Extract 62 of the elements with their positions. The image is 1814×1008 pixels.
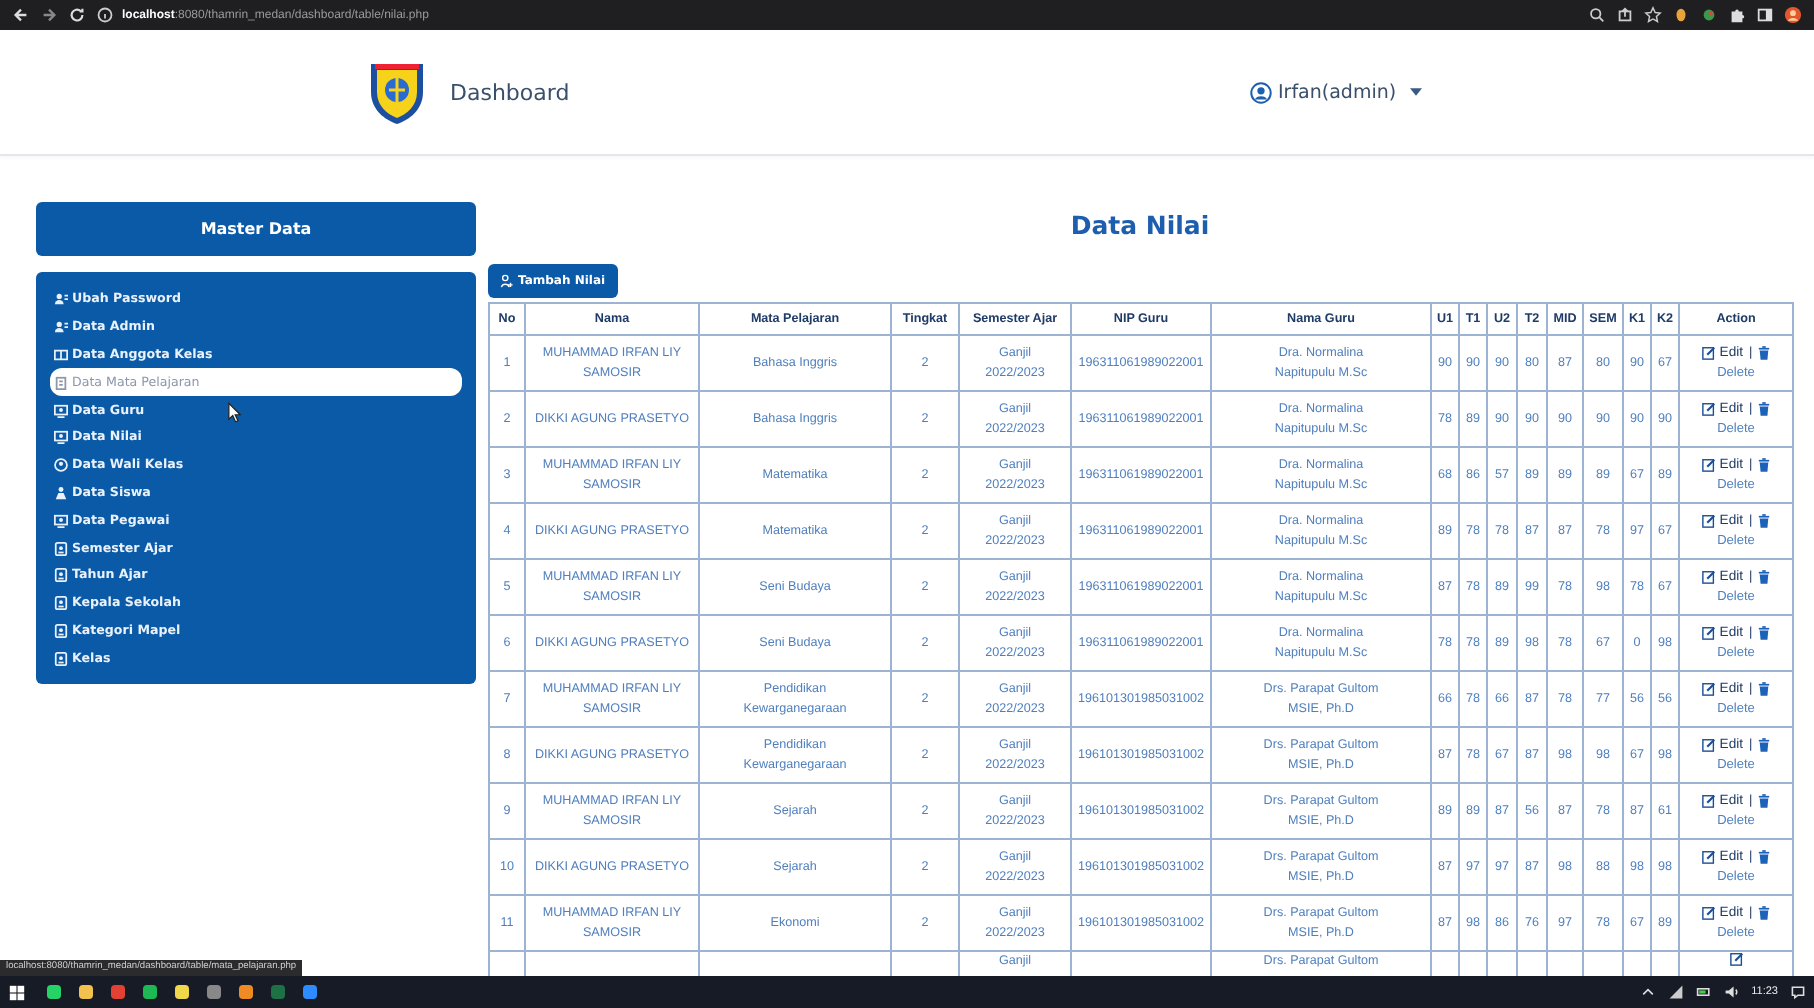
edit-icon xyxy=(1701,626,1716,641)
monitor-icon xyxy=(54,513,68,528)
person-icon xyxy=(54,485,68,500)
star-icon[interactable] xyxy=(1644,6,1662,24)
volume-icon[interactable] xyxy=(1723,984,1740,1000)
user-icon xyxy=(54,292,68,307)
sidebar-header: Master Data xyxy=(36,202,476,256)
trash-icon[interactable] xyxy=(1758,402,1771,417)
edit-icon xyxy=(1701,682,1716,697)
document-icon xyxy=(54,623,68,638)
monitor-icon xyxy=(54,403,68,418)
document-icon xyxy=(54,568,68,583)
add-user-icon xyxy=(500,274,514,288)
network-icon[interactable] xyxy=(1667,984,1684,1000)
chevron-up-icon[interactable] xyxy=(1639,984,1656,1000)
edit-icon xyxy=(1701,514,1716,529)
user-circle-icon xyxy=(54,458,68,473)
dashboard-title[interactable]: Dashboard xyxy=(450,79,570,105)
trash-icon[interactable] xyxy=(1758,850,1771,865)
profile-avatar-icon[interactable] xyxy=(1784,6,1802,24)
user-menu[interactable]: Irfan(admin) xyxy=(1250,81,1423,103)
clipboard-icon xyxy=(54,375,68,390)
trash-icon[interactable] xyxy=(1758,346,1771,361)
battery-icon[interactable] xyxy=(1695,984,1712,1000)
back-icon[interactable] xyxy=(12,6,30,24)
trash-icon[interactable] xyxy=(1758,514,1771,529)
edit-icon xyxy=(1701,738,1716,753)
page-title: Data Nilai xyxy=(1070,208,1210,244)
trash-icon[interactable] xyxy=(1758,458,1771,473)
trash-icon[interactable] xyxy=(1758,738,1771,753)
trash-icon[interactable] xyxy=(1758,626,1771,641)
reload-icon[interactable] xyxy=(68,6,86,24)
edit-icon xyxy=(1701,850,1716,865)
info-icon[interactable] xyxy=(96,6,114,24)
windows-start-icon[interactable] xyxy=(8,983,26,1001)
edit-icon xyxy=(1701,906,1716,921)
edit-icon xyxy=(1701,570,1716,585)
monitor-icon xyxy=(54,430,68,445)
edit-icon[interactable] xyxy=(1729,952,1743,966)
trash-icon[interactable] xyxy=(1758,794,1771,809)
trash-icon[interactable] xyxy=(1758,682,1771,697)
edit-icon xyxy=(1701,458,1716,473)
document-icon xyxy=(54,651,68,666)
share-icon[interactable] xyxy=(1616,6,1634,24)
edit-icon xyxy=(1701,794,1716,809)
trash-icon[interactable] xyxy=(1758,906,1771,921)
mouse-pointer-icon xyxy=(228,402,242,424)
document-icon xyxy=(54,596,68,611)
puzzle-icon[interactable] xyxy=(1728,6,1746,24)
caret-icon xyxy=(1410,88,1423,96)
trash-icon[interactable] xyxy=(1758,570,1771,585)
sidebar-icon[interactable] xyxy=(1756,6,1774,24)
card-icon xyxy=(54,347,68,362)
school-logo[interactable] xyxy=(366,58,428,126)
forward-icon[interactable] xyxy=(40,6,58,24)
user-icon xyxy=(54,320,68,335)
edit-icon xyxy=(1701,402,1716,417)
edit-icon xyxy=(1701,346,1716,361)
document-icon xyxy=(54,541,68,556)
user-icon xyxy=(1250,81,1272,103)
notification-icon[interactable] xyxy=(1790,984,1806,1000)
search-icon[interactable] xyxy=(1588,6,1606,24)
